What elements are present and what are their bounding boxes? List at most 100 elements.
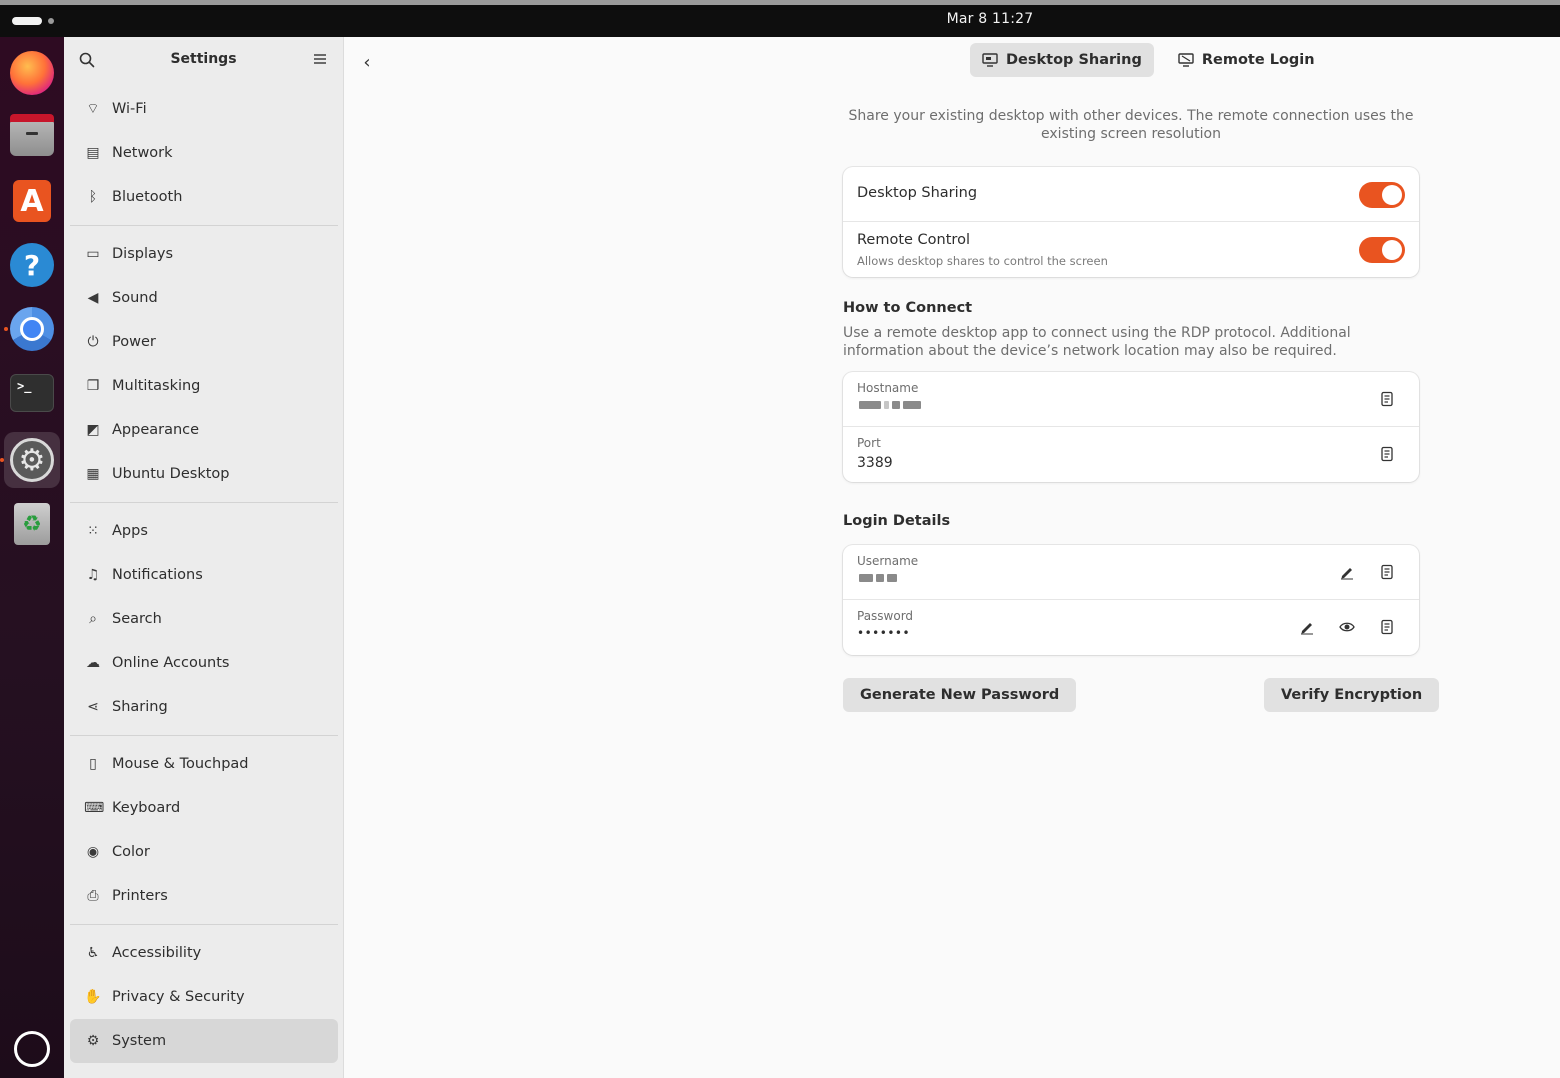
cloud-icon: ☁ [86, 655, 100, 671]
remote-control-toggle[interactable] [1359, 237, 1405, 263]
top-bar: Mar 8 11:27 [0, 0, 1560, 37]
dock-app-center[interactable]: A [4, 173, 60, 229]
sidebar-item-mouse-touchpad[interactable]: ▯ Mouse & Touchpad [70, 742, 338, 786]
help-icon: ? [10, 243, 54, 287]
tab-label: Desktop Sharing [1006, 52, 1142, 68]
sidebar-item-power[interactable]: ⏻ Power [70, 320, 338, 364]
sidebar-item-displays[interactable]: ▭ Displays [70, 232, 338, 276]
port-value: 3389 [857, 455, 893, 471]
edit-password-button[interactable] [1297, 617, 1317, 637]
show-password-button[interactable] [1337, 617, 1357, 637]
sidebar-item-apps[interactable]: ⁙ Apps [70, 509, 338, 553]
sidebar-item-label: Online Accounts [112, 655, 230, 671]
display-icon: ▭ [86, 246, 100, 262]
sidebar-item-label: Sharing [112, 699, 168, 715]
copy-port-button[interactable] [1377, 444, 1397, 464]
sidebar-item-printers[interactable]: ⎙ Printers [70, 874, 338, 918]
sidebar-item-appearance[interactable]: ◩ Appearance [70, 408, 338, 452]
sidebar-item-sharing[interactable]: ⋖ Sharing [70, 685, 338, 729]
sidebar-item-label: Bluetooth [112, 189, 183, 205]
files-icon [10, 114, 54, 156]
sidebar-item-accessibility[interactable]: ♿ Accessibility [70, 931, 338, 975]
hamburger-menu-icon[interactable] [313, 53, 327, 65]
chevron-left-icon: ‹ [363, 51, 371, 73]
hand-icon: ✋ [84, 989, 102, 1005]
hostname-label: Hostname [857, 381, 919, 395]
dock-terminal[interactable]: >_ [4, 365, 60, 421]
dock-help[interactable]: ? [4, 237, 60, 293]
copy-username-button[interactable] [1377, 562, 1397, 582]
copy-icon [1381, 619, 1393, 635]
login-details-card: Username Password ••••••• [843, 545, 1419, 655]
username-value-redacted [859, 572, 897, 584]
desktop-sharing-icon [982, 53, 998, 67]
app-center-icon: A [13, 180, 51, 222]
copy-icon [1381, 564, 1393, 580]
sidebar-item-label: Ubuntu Desktop [112, 466, 230, 482]
password-value: ••••••• [857, 626, 911, 640]
edit-username-button[interactable] [1337, 562, 1357, 582]
sidebar-item-label: Privacy & Security [112, 989, 245, 1005]
password-row: Password ••••••• [843, 600, 1419, 655]
printer-icon: ⎙ [87, 888, 99, 904]
sidebar-item-label: Displays [112, 246, 174, 262]
eye-icon [1339, 622, 1355, 632]
sidebar-item-multitasking[interactable]: ❐ Multitasking [70, 364, 338, 408]
sidebar-item-label: Power [112, 334, 156, 350]
dock-chromium[interactable] [4, 301, 60, 357]
sidebar-item-network[interactable]: ▤ Network [70, 131, 338, 175]
terminal-icon: >_ [10, 374, 54, 412]
hostname-row: Hostname [843, 372, 1419, 427]
remote-control-row[interactable]: Remote Control Allows desktop shares to … [843, 222, 1419, 277]
copy-icon [1381, 446, 1393, 462]
copy-password-button[interactable] [1377, 617, 1397, 637]
dock-firefox[interactable] [4, 45, 60, 101]
sidebar-item-label: Wi-Fi [112, 101, 147, 117]
apps-grid-icon: ⁙ [87, 523, 99, 539]
sidebar-item-notifications[interactable]: ♫ Notifications [70, 553, 338, 597]
sidebar-item-label: Mouse & Touchpad [112, 756, 249, 772]
sidebar-item-system[interactable]: ⚙ System [70, 1019, 338, 1063]
sidebar-item-color[interactable]: ◉ Color [70, 830, 338, 874]
sidebar-item-keyboard[interactable]: ⌨ Keyboard [70, 786, 338, 830]
sidebar-item-label: Apps [112, 523, 148, 539]
remote-control-label: Remote Control [857, 232, 970, 248]
power-icon: ⏻ [87, 334, 99, 350]
back-button[interactable]: ‹ [354, 49, 380, 75]
sidebar-item-online-accounts[interactable]: ☁ Online Accounts [70, 641, 338, 685]
desktop-sharing-toggle[interactable] [1359, 182, 1405, 208]
clock[interactable]: Mar 8 11:27 [0, 11, 1560, 27]
wifi-icon: ⌔ [86, 101, 100, 117]
generate-new-password-button[interactable]: Generate New Password [843, 678, 1077, 712]
copy-icon [1381, 391, 1393, 407]
tab-desktop-sharing[interactable]: Desktop Sharing [970, 43, 1154, 77]
connection-info-card: Hostname Port 3389 [843, 372, 1419, 482]
running-indicator [0, 458, 4, 462]
remote-login-icon [1178, 53, 1194, 67]
sidebar-item-bluetooth[interactable]: ᛒ Bluetooth [70, 175, 338, 219]
sidebar-item-sound[interactable]: ◀ Sound [70, 276, 338, 320]
dock-files[interactable] [4, 109, 60, 165]
sidebar-item-privacy-security[interactable]: ✋ Privacy & Security [70, 975, 338, 1019]
dock-settings[interactable]: ⚙ [0, 432, 60, 488]
multitasking-icon: ❐ [86, 378, 100, 394]
appearance-icon: ◩ [86, 422, 100, 438]
login-details-title: Login Details [843, 513, 951, 529]
dock-trash[interactable]: ♻ [4, 496, 60, 552]
sidebar-item-ubuntu-desktop[interactable]: ▦ Ubuntu Desktop [70, 452, 338, 496]
search-icon: ⌕ [89, 611, 97, 627]
verify-encryption-button[interactable]: Verify Encryption [1264, 678, 1440, 712]
sidebar-item-search[interactable]: ⌕ Search [70, 597, 338, 641]
desktop-sharing-label: Desktop Sharing [857, 185, 978, 201]
tab-remote-login[interactable]: Remote Login [1166, 43, 1327, 77]
gear-icon: ⚙ [86, 1033, 100, 1049]
sidebar-item-wi-fi[interactable]: ⌔ Wi-Fi [70, 87, 338, 131]
sidebar-separator [70, 225, 338, 226]
desktop-sharing-row[interactable]: Desktop Sharing [843, 167, 1419, 222]
sidebar-item-label: Color [112, 844, 150, 860]
username-label: Username [857, 554, 919, 568]
copy-hostname-button[interactable] [1377, 389, 1397, 409]
dock-show-apps[interactable] [4, 1021, 60, 1077]
ubuntu-desktop-icon: ▦ [86, 466, 100, 482]
username-row: Username [843, 545, 1419, 600]
